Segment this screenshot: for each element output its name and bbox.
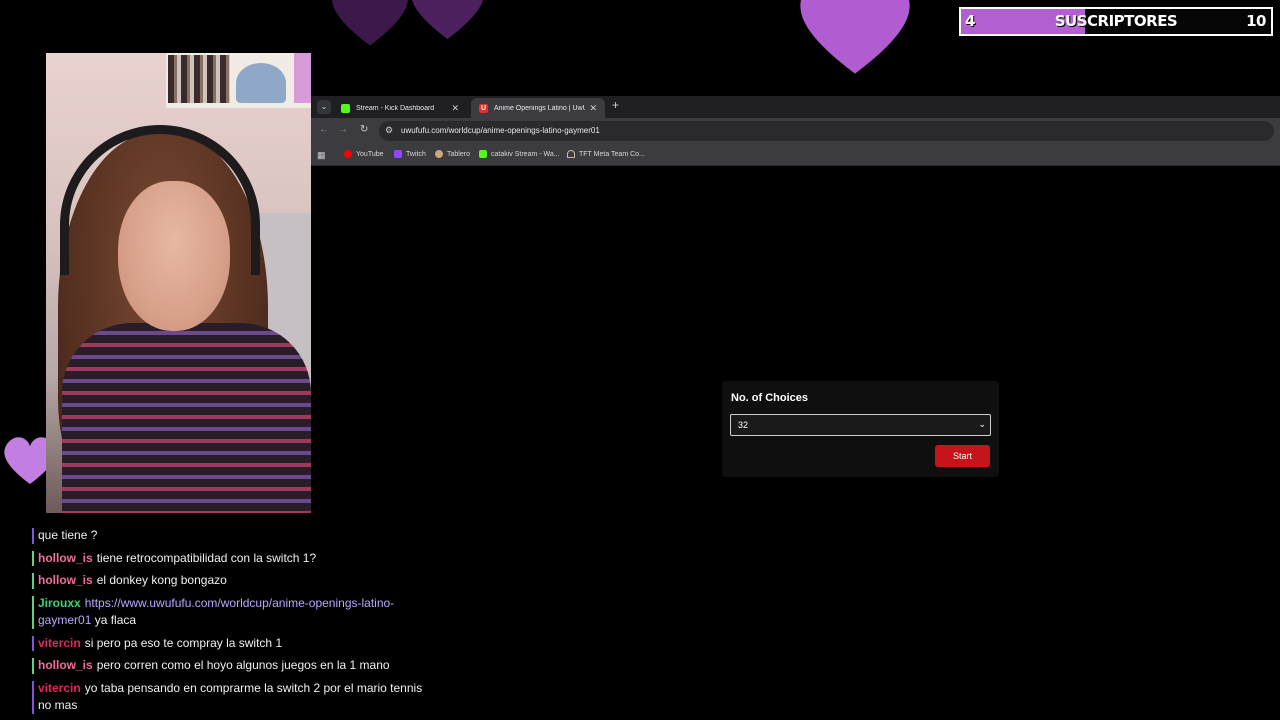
background-panel <box>294 53 311 103</box>
tft-icon <box>567 150 575 158</box>
chat-username[interactable]: vitercin <box>38 636 81 650</box>
bookmark-twitch[interactable]: Twitch <box>394 150 426 158</box>
chat-username[interactable]: hollow_is <box>38 573 93 587</box>
chat-message: hollow_is pero corren como el hoyo alguno… <box>30 657 430 675</box>
bookmark-label: YouTube <box>356 150 384 158</box>
navigation-bar: ← → ↻ ⚙ uwufufu.com/worldcup/anime-openi… <box>311 118 1280 144</box>
new-tab-button[interactable]: + <box>612 98 619 112</box>
tab-title: Anime Openings Latino | UwUf <box>494 104 586 112</box>
tab-bar: ⌄ Stream - Kick Dashboard ✕ U Anime Open… <box>311 96 1280 118</box>
chat-link[interactable]: https://www.uwufufu.com/worldcup/anime-o… <box>38 596 394 628</box>
twitch-icon <box>394 150 402 158</box>
chat-text: ya flaca <box>94 613 137 627</box>
bookmark-youtube[interactable]: YouTube <box>344 150 384 158</box>
bookmark-tft-meta[interactable]: TFT Meta Team Co... <box>567 150 645 158</box>
chat-text: yo taba pensando en comprarme la switch … <box>38 680 423 713</box>
choices-card: No. of Choices 32 ⌄ Start <box>722 381 999 477</box>
tab-title: Stream - Kick Dashboard <box>356 104 435 112</box>
tab-anime-openings[interactable]: U Anime Openings Latino | UwUf ✕ <box>471 98 605 118</box>
uwufufu-icon: U <box>479 103 488 113</box>
browser-window: ⌄ Stream - Kick Dashboard ✕ U Anime Open… <box>311 96 1280 166</box>
bookmark-label: Tablero <box>447 150 470 158</box>
chat-text: que tiene ? <box>38 528 98 542</box>
chat-text: pero corren como el hoyo algunos juegos … <box>96 658 390 672</box>
books <box>168 55 230 103</box>
address-bar[interactable]: ⚙ uwufufu.com/worldcup/anime-openings-la… <box>379 121 1274 141</box>
tablero-icon <box>435 150 443 158</box>
bookmarks-bar: ▦ YouTube Twitch Tablero catakiv Stream … <box>311 144 1280 166</box>
chat-message: vitercin si pero pa eso te compray la swi… <box>30 635 430 653</box>
chat-message: hollow_is tiene retrocompatibilidad con l… <box>30 550 430 568</box>
chat-username[interactable]: hollow_is <box>38 551 93 565</box>
bookmark-catakiv-stream[interactable]: catakiv Stream - Wa... <box>479 150 560 158</box>
subscriber-goal-target: 10 <box>1246 12 1266 30</box>
chat-username[interactable]: hollow_is <box>38 658 93 672</box>
heart-decoration-icon <box>405 0 490 45</box>
webcam-feed <box>46 53 311 513</box>
close-icon[interactable]: ✕ <box>589 103 597 114</box>
site-settings-icon[interactable]: ⚙ <box>385 125 393 136</box>
heart-decoration-icon <box>325 0 415 50</box>
youtube-icon <box>344 150 352 158</box>
bookmark-tablero[interactable]: Tablero <box>435 150 470 158</box>
chat-username[interactable]: Jirouxx <box>38 596 81 610</box>
tab-kick-dashboard[interactable]: Stream - Kick Dashboard ✕ <box>333 98 467 118</box>
bookmark-label: TFT Meta Team Co... <box>579 150 645 158</box>
chat-text: tiene retrocompatibilidad con la switch … <box>96 550 317 565</box>
url-text[interactable]: uwufufu.com/worldcup/anime-openings-lati… <box>401 126 600 135</box>
shelf-decoration <box>236 63 286 103</box>
tab-search-icon[interactable]: ⌄ <box>317 100 331 114</box>
apps-grid-icon[interactable]: ▦ <box>317 150 326 161</box>
chat-overlay: que tiene ? hollow_is tiene retrocompatibi… <box>30 527 430 720</box>
choices-select[interactable]: 32 ⌄ <box>730 414 991 436</box>
choices-label: No. of Choices <box>731 392 809 404</box>
chat-message: que tiene ? <box>30 527 430 545</box>
headset-icon <box>60 125 260 275</box>
start-button[interactable]: Start <box>935 445 990 467</box>
close-icon[interactable]: ✕ <box>451 103 459 114</box>
chat-message: hollow_is el donkey kong bongazo <box>30 572 430 590</box>
back-icon[interactable]: ← <box>319 124 329 135</box>
streamer-sweater <box>62 323 311 513</box>
forward-icon[interactable]: → <box>338 124 348 135</box>
kick-icon <box>341 103 350 113</box>
chat-text: el donkey kong bongazo <box>96 573 227 587</box>
chat-message: vitercin yo taba pensando en comprarme la… <box>30 680 430 715</box>
subscriber-goal-bar: 4 SUSCRIPTORES 10 <box>959 7 1273 36</box>
chat-message: Jirouxx https://www.uwufufu.com/worldcup/… <box>30 595 430 630</box>
heart-decoration-icon <box>775 0 935 80</box>
chat-username[interactable]: vitercin <box>38 681 81 695</box>
reload-icon[interactable]: ↻ <box>360 124 368 135</box>
chevron-down-icon: ⌄ <box>978 419 986 429</box>
subscriber-goal-label: SUSCRIPTORES <box>1054 12 1178 30</box>
kick-icon <box>479 150 487 158</box>
choices-selected-value: 32 <box>738 420 749 430</box>
chat-text: si pero pa eso te compray la switch 1 <box>84 635 283 650</box>
bookmark-label: catakiv Stream - Wa... <box>491 150 560 158</box>
bookmark-label: Twitch <box>406 150 426 158</box>
